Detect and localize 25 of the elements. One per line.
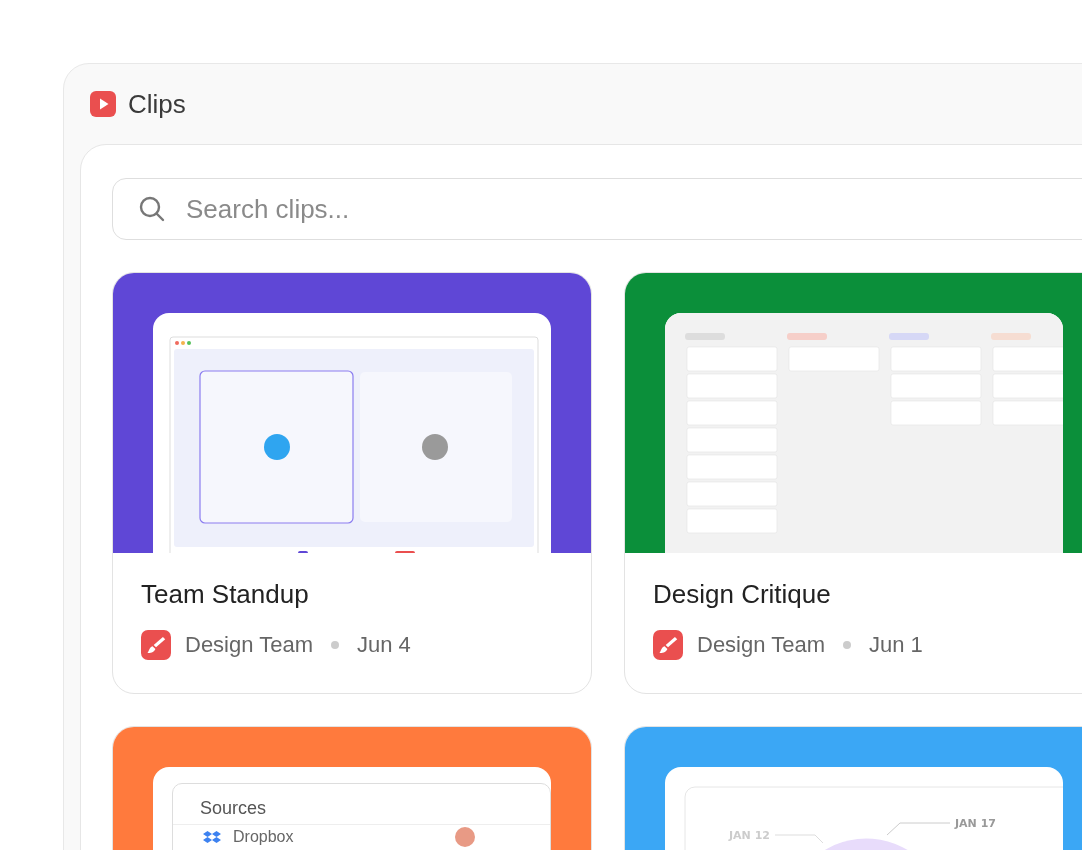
panel-title: Clips [128, 88, 186, 120]
chart-label: JAN 17 [955, 817, 996, 830]
clip-card[interactable]: Team Standup Design Team Jun 4 [112, 272, 592, 694]
clip-card[interactable]: Sources Dropbox [112, 726, 592, 850]
search-icon [138, 195, 166, 223]
search-input[interactable]: Search clips... [184, 192, 1082, 226]
leader-line [774, 834, 824, 844]
clip-date: Jun 1 [869, 632, 923, 658]
brush-icon [653, 630, 683, 660]
search-field[interactable]: Search clips... [112, 178, 1082, 240]
leader-line [886, 822, 951, 836]
clip-title: Team Standup [141, 579, 310, 610]
clip-title: Design Critique [653, 579, 832, 610]
box-icon [203, 830, 221, 844]
separator-dot [331, 641, 339, 649]
separator-dot [843, 641, 851, 649]
avatar [455, 827, 475, 847]
source-name: Dropbox [233, 828, 295, 846]
play-icon [90, 91, 116, 117]
brush-icon [141, 630, 171, 660]
team-name: Design Team [185, 632, 313, 658]
clip-date: Jun 4 [357, 632, 411, 658]
clip-card[interactable]: Design Critique Design Team Jun 1 [624, 272, 1082, 694]
team-name: Design Team [697, 632, 825, 658]
panel-heading: Sources [173, 798, 550, 825]
